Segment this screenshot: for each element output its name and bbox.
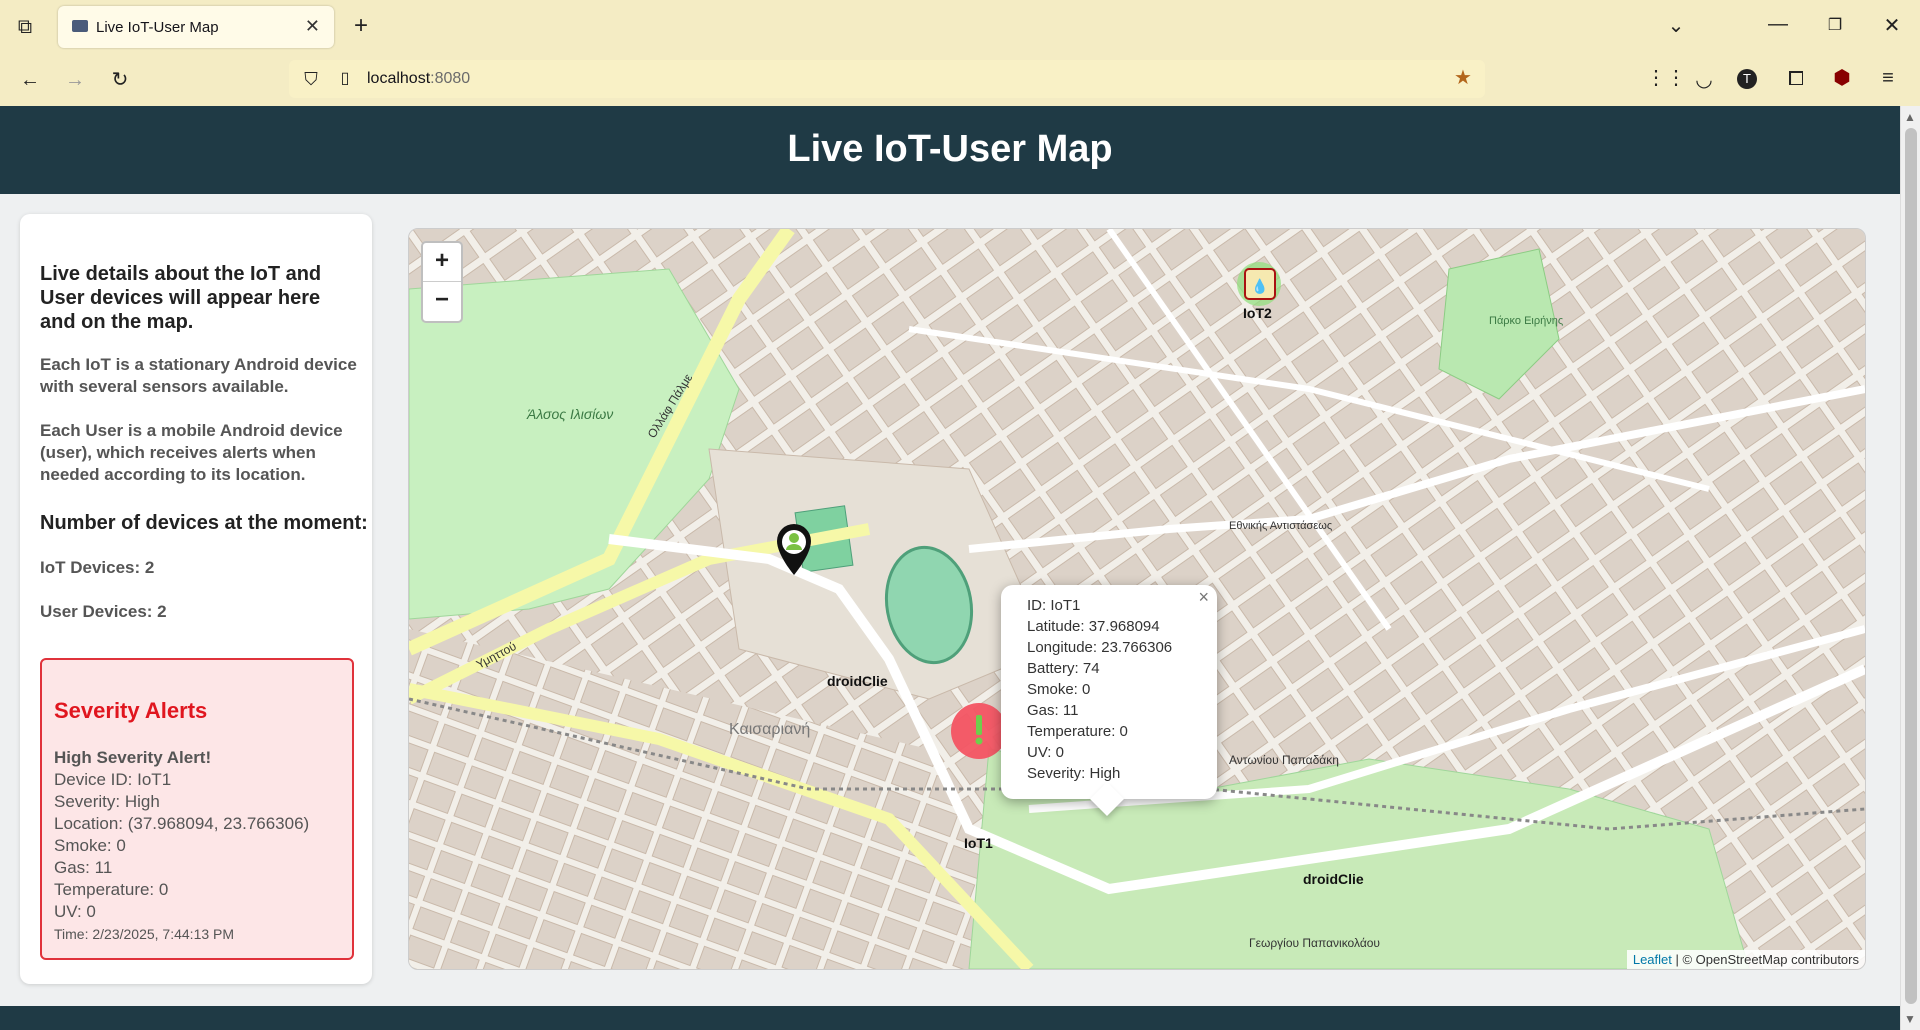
street-label: Εθνικής Αντιστάσεως	[1229, 520, 1332, 532]
alert-time: Time: 2/23/2025, 7:44:13 PM	[54, 926, 235, 942]
page-scrollbar[interactable]: ▲ ▼	[1900, 106, 1920, 1030]
popup-battery: Battery: 74	[1027, 660, 1100, 677]
alert-uv: UV: 0	[54, 902, 96, 921]
street-label: Καισαριανή	[729, 721, 810, 738]
popup-latitude: Latitude: 37.968094	[1027, 618, 1160, 635]
extensions-icon[interactable]: ⧠	[1784, 69, 1808, 89]
tab-title: Live IoT-User Map	[96, 19, 219, 36]
alert-severity: Severity: High	[54, 792, 160, 811]
iot1-alert-marker-icon[interactable]	[951, 703, 1007, 759]
sidebar-intro: Live details about the IoT and User devi…	[40, 263, 322, 333]
page-header: Live IoT-User Map	[0, 106, 1900, 194]
iot-device-count: IoT Devices: 2	[40, 558, 155, 577]
iot-description: Each IoT is a stationary Android device …	[40, 355, 357, 396]
iot1-marker-label[interactable]: IoT1	[964, 835, 993, 851]
new-tab-icon[interactable]: +	[349, 14, 373, 38]
tab-overview-icon[interactable]: ⧉	[13, 17, 37, 37]
popup-longitude: Longitude: 23.766306	[1027, 639, 1173, 656]
url-bar[interactable]: ⛉ ▯ localhost:8080 ★	[289, 60, 1485, 98]
tab-favicon-icon	[72, 20, 88, 32]
shield-icon[interactable]: ⛉	[299, 69, 323, 89]
page-icon[interactable]: ▯	[333, 69, 357, 89]
popup-close-button[interactable]: ×	[1198, 587, 1209, 608]
osm-attribution: | © OpenStreetMap contributors	[1671, 952, 1860, 967]
alert-location: Location: (37.968094, 23.766306)	[54, 814, 310, 833]
pocket-icon[interactable]: ◡	[1692, 70, 1716, 90]
zoom-out-button[interactable]: −	[423, 281, 461, 320]
restore-icon[interactable]: ❐	[1823, 16, 1847, 36]
street-label: Πάρκο Ειρήνης	[1489, 315, 1563, 327]
reload-icon[interactable]: ↻	[108, 70, 132, 90]
popup-id: ID: IoT1	[1027, 597, 1081, 614]
scroll-thumb[interactable]	[1905, 128, 1917, 1004]
iot2-marker-label[interactable]: IoT2	[1243, 305, 1272, 321]
popup-smoke: Smoke: 0	[1027, 681, 1091, 698]
iot2-sensor-icon: 💧	[1251, 278, 1268, 295]
url-text[interactable]: localhost:8080	[367, 70, 470, 88]
user-description: Each User is a mobile Android device (us…	[40, 421, 343, 484]
popup-uv: UV: 0	[1027, 744, 1064, 761]
browser-tab-bar: ⧉ Live IoT-User Map ✕ + ⌄ — ❐ ✕	[0, 0, 1920, 54]
apps-grid-icon[interactable]: ⋮⋮	[1646, 68, 1686, 88]
device-count-heading: Number of devices at the moment:	[40, 512, 368, 534]
alert-smoke: Smoke: 0	[54, 836, 126, 855]
page-title: Live IoT-User Map	[787, 128, 1113, 170]
close-window-icon[interactable]: ✕	[1880, 16, 1904, 36]
leaflet-link[interactable]: Leaflet	[1633, 952, 1672, 967]
street-label: Αντωνίου Παπαδάκη	[1229, 753, 1339, 767]
page-footer	[0, 1006, 1900, 1030]
alert-device-id: Device ID: IoT1	[54, 770, 172, 789]
map-container[interactable]: Καισαριανή Άλσος Ιλισίων Αντωνίου Παπαδά…	[408, 228, 1866, 970]
street-label: Άλσος Ιλισίων	[526, 406, 613, 422]
back-icon[interactable]: ←	[18, 70, 42, 90]
user2-marker-label[interactable]: droidClie	[1303, 871, 1364, 887]
device-popup: × ID: IoT1 Latitude: 37.968094 Longitude…	[1001, 585, 1217, 816]
minimize-icon[interactable]: —	[1766, 14, 1790, 34]
tab-list-chevron-icon[interactable]: ⌄	[1664, 16, 1688, 36]
sidebar-panel: Live details about the IoT and User devi…	[20, 214, 372, 984]
severity-alerts-title: Severity Alerts	[54, 698, 208, 723]
account-icon[interactable]: T	[1737, 69, 1757, 89]
severity-alerts-box: Severity Alerts High Severity Alert! Dev…	[40, 658, 354, 960]
bookmark-star-icon[interactable]: ★	[1451, 68, 1475, 88]
browser-tab[interactable]: Live IoT-User Map ✕	[58, 6, 334, 48]
popup-severity: Severity: High	[1027, 765, 1121, 782]
user1-marker-label[interactable]: droidClie	[827, 673, 888, 689]
scroll-up-icon[interactable]: ▲	[1904, 110, 1916, 124]
alert-heading: High Severity Alert!	[54, 748, 212, 767]
scroll-down-icon[interactable]: ▼	[1904, 1012, 1916, 1026]
page: Live IoT-User Map Live details about the…	[0, 106, 1900, 1030]
alert-gas: Gas: 11	[54, 858, 113, 877]
ublock-icon[interactable]: ⬢	[1830, 68, 1854, 88]
zoom-in-button[interactable]: +	[423, 243, 461, 281]
street-label: Γεωργίου Παπανικολάου	[1249, 936, 1380, 950]
popup-temperature: Temperature: 0	[1027, 723, 1128, 740]
tab-close-icon[interactable]: ✕	[305, 16, 320, 37]
menu-icon[interactable]: ≡	[1876, 68, 1900, 88]
user-device-count: User Devices: 2	[40, 602, 167, 621]
map-attribution: Leaflet | © OpenStreetMap contributors	[1626, 950, 1865, 969]
alert-temperature: Temperature: 0	[54, 880, 169, 899]
forward-icon[interactable]: →	[63, 70, 87, 90]
zoom-control: + −	[421, 241, 463, 323]
popup-gas: Gas: 11	[1027, 702, 1079, 719]
browser-nav-bar: ← → ↻ ⛉ ▯ localhost:8080 ★ ⋮⋮ ◡ T ⧠ ⬢ ≡	[0, 54, 1920, 107]
